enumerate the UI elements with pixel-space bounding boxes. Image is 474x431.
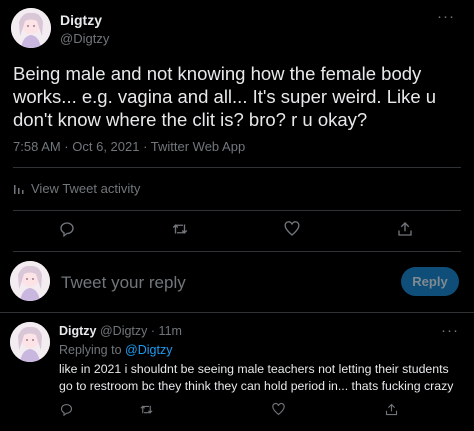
reply-separator: · [150,324,156,338]
reply-author-handle[interactable]: @Digtzy [100,324,147,338]
divider [0,312,474,313]
ellipsis-icon[interactable]: ··· [436,9,456,24]
author-name[interactable]: Digtzy [60,12,102,28]
author-handle[interactable]: @Digtzy [60,31,109,46]
activity-label: View Tweet activity [31,181,141,196]
replying-to-label: Replying to [59,343,122,357]
reply-button[interactable]: Reply [401,267,459,296]
reply-text: like in 2021 i shouldnt be seeing male t… [59,362,454,393]
retweet-icon[interactable] [171,220,189,238]
reply-author-avatar[interactable] [10,322,50,362]
replying-to-handle[interactable]: @Digtzy [125,343,172,357]
reply-author-name[interactable]: Digtzy [59,324,97,338]
like-icon[interactable] [271,402,286,417]
author-avatar[interactable] [11,8,51,48]
reply-icon[interactable] [58,220,76,238]
ellipsis-icon[interactable]: ··· [440,323,460,338]
tweet-action-bar [0,220,474,242]
tweet-timestamp[interactable]: 7:58 AM · Oct 6, 2021 · Twitter Web App [13,139,245,154]
reply-action-bar [0,402,474,424]
divider [13,167,461,168]
tweet-text: Being male and not knowing how the femal… [13,63,437,130]
reply-header: Digtzy @Digtzy · 11m [59,324,182,338]
divider [13,251,461,252]
activity-chart-icon [14,184,24,194]
divider [13,210,461,211]
avatar-image [10,261,50,301]
reply-icon[interactable] [59,402,74,417]
reply-time[interactable]: 11m [159,324,182,338]
replying-to: Replying to @Digtzy [59,343,172,357]
share-icon[interactable] [384,402,399,417]
composer-avatar[interactable] [10,261,50,301]
view-tweet-activity-link[interactable]: View Tweet activity [13,181,140,196]
avatar-image [11,8,51,48]
avatar-image [10,322,50,362]
reply-input[interactable]: Tweet your reply [61,273,186,293]
share-icon[interactable] [396,220,414,238]
like-icon[interactable] [283,220,301,238]
retweet-icon[interactable] [139,402,154,417]
